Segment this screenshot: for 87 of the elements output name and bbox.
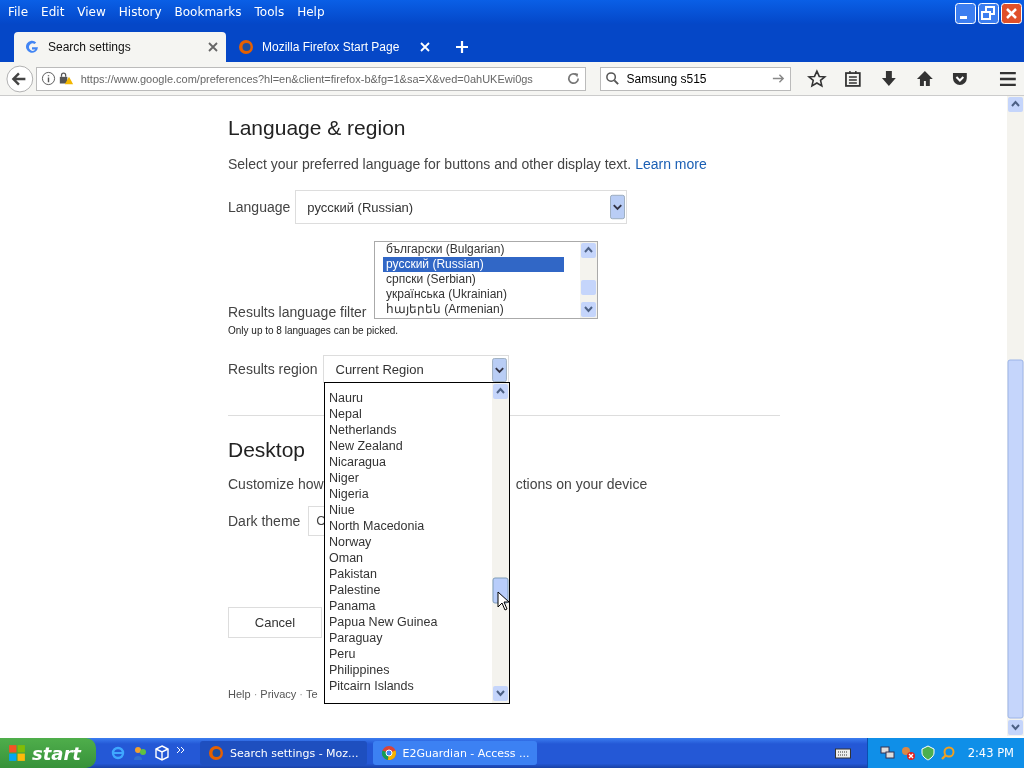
footer-link[interactable]: Te [306, 688, 318, 700]
filter-label: Results language filter [228, 304, 367, 320]
language-label: Language [228, 199, 291, 215]
region-option[interactable]: Panama [329, 598, 492, 614]
learn-more-link[interactable]: Learn more [635, 156, 707, 172]
section-heading: Desktop [228, 438, 306, 463]
scrollbar-drawing[interactable] [492, 383, 509, 703]
region-option[interactable]: Oman [329, 550, 492, 566]
cube-icon[interactable] [154, 745, 170, 761]
close-tab-icon[interactable] [208, 42, 218, 52]
region-label: Results region [228, 361, 318, 377]
region-option[interactable]: North Macedonia [329, 518, 492, 534]
separator-dot: · [299, 688, 304, 700]
back-icon[interactable] [6, 64, 34, 93]
language-select[interactable]: русский (Russian) [295, 190, 628, 224]
firefox-icon [208, 745, 224, 761]
menu-item[interactable]: Edit [37, 5, 69, 19]
language-option[interactable]: українська (Ukrainian) [383, 287, 572, 302]
menu-item[interactable]: View [73, 5, 110, 19]
language-listbox[interactable]: български (Bulgarian) русский (Russian) српски (Serbian) українська (Ukrainian) հայերեն (Armenian) [374, 241, 598, 319]
security-alert-icon[interactable] [899, 745, 916, 761]
network-icon[interactable] [879, 745, 896, 761]
footer-link[interactable]: Privacy [260, 688, 297, 700]
region-option[interactable]: Pakistan [329, 566, 492, 582]
region-option[interactable]: Nigeria [329, 486, 492, 502]
region-dropdown-list[interactable]: Nauru Nepal Netherlands New Zealand Nicaragua Niger Nigeria Niue North Macedonia Norway Oman Pakistan Palestine Panama Papua New Guinea Paraguay Peru Philippines Pitcairn Islands [324, 382, 510, 704]
close-icon[interactable] [1001, 2, 1022, 24]
google-icon [24, 39, 40, 55]
reading-list-icon[interactable] [843, 68, 863, 89]
language-option[interactable]: русский (Russian) [383, 257, 564, 272]
menu-item[interactable]: File [4, 5, 33, 19]
clock: 2:43 PM [967, 746, 1014, 760]
firefox-icon [238, 39, 254, 55]
separator-dot: · [253, 688, 258, 700]
language-option[interactable]: български (Bulgarian) [383, 242, 572, 257]
search-field[interactable]: Samsung s515 [600, 66, 792, 91]
region-option[interactable]: Papua New Guinea [329, 614, 492, 630]
shield-icon[interactable] [919, 745, 936, 761]
search-icon [605, 71, 621, 86]
description-text: Customize how [228, 476, 324, 492]
region-option[interactable]: Nepal [329, 406, 492, 422]
region-option[interactable]: Peru [329, 646, 492, 662]
windows-flag-icon [8, 744, 26, 762]
filter-note: Only up to 8 languages can be picked. [228, 325, 399, 336]
scrollbar-drawing[interactable] [580, 242, 597, 318]
menu-item[interactable]: Bookmarks [170, 5, 246, 19]
region-option[interactable]: New Zealand [329, 438, 492, 454]
region-option[interactable]: Nauru [329, 390, 492, 406]
chevron-icon[interactable] [176, 745, 186, 755]
description-text: Select your preferred language for buttons and other display text. [228, 156, 632, 172]
info-icon [40, 71, 56, 86]
new-tab-icon[interactable] [456, 41, 468, 53]
section-heading: Language & region [228, 116, 406, 141]
bookmark-star-icon[interactable] [807, 68, 828, 89]
footer-link[interactable]: Help [228, 688, 251, 700]
taskbar-button[interactable]: E2Guardian - Access ... [372, 741, 538, 765]
mouse-cursor-icon [497, 591, 509, 611]
chrome-icon [380, 745, 397, 761]
language-option[interactable]: српски (Serbian) [383, 272, 572, 287]
people-icon[interactable] [132, 745, 148, 761]
menu-item[interactable]: History [114, 5, 166, 19]
language-option[interactable]: հայերեն (Armenian) [383, 302, 572, 317]
page-scrollbar-drawing[interactable] [1007, 96, 1024, 736]
home-icon[interactable] [914, 68, 935, 89]
region-option[interactable]: Paraguay [329, 630, 492, 646]
taskbar-button[interactable]: Search settings - Moz... [200, 741, 367, 765]
lock-warning-icon [58, 71, 74, 86]
browser-tab[interactable]: Search settings [14, 32, 226, 62]
description-text: ctions on your device [515, 476, 648, 492]
cancel-button[interactable]: Cancel [228, 607, 322, 638]
browser-tab[interactable]: Mozilla Firefox Start Page [228, 32, 438, 62]
region-option[interactable]: Netherlands [329, 422, 492, 438]
region-option[interactable]: Niue [329, 502, 492, 518]
menu-item[interactable]: Help [293, 5, 329, 19]
menu-item[interactable]: Tools [250, 5, 289, 19]
keyboard-icon[interactable] [834, 747, 851, 759]
dark-theme-label: Dark theme [228, 513, 301, 529]
reload-icon[interactable] [566, 71, 582, 86]
region-option[interactable]: Norway [329, 534, 492, 550]
restore-icon[interactable] [978, 2, 999, 24]
region-option[interactable]: Pitcairn Islands [329, 678, 492, 694]
region-option[interactable]: Niger [329, 470, 492, 486]
url-field[interactable]: https://www.google.com/preferences?hl=en&client=firefox-b&fg=1&sa=X&ved=0ahUKEwi0gs [35, 66, 587, 91]
region-option[interactable]: Nicaragua [329, 454, 492, 470]
region-option[interactable]: Palestine [329, 582, 492, 598]
minimize-icon[interactable] [955, 2, 976, 24]
region-option[interactable]: Philippines [329, 662, 492, 678]
